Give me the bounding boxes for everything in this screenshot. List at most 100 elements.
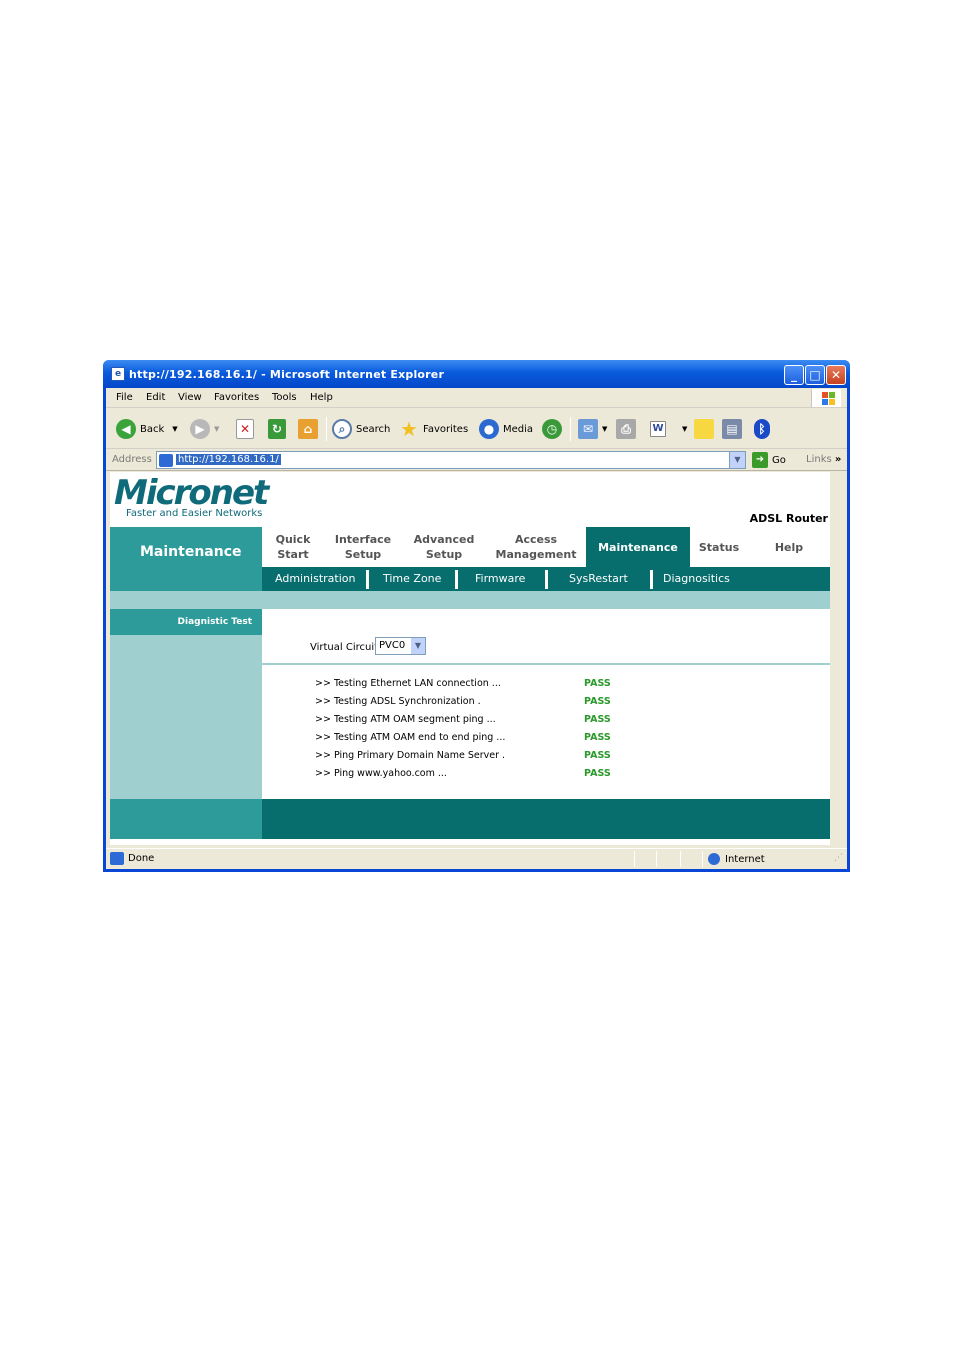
standard-toolbar: ◀ Back ▼ ▶ ▼ ✕ ↻ ⌂ ⌕ Search ★ Favorites …: [106, 409, 847, 449]
stop-button[interactable]: ✕: [236, 418, 258, 440]
browser-window: e http://192.168.16.1/ - Microsoft Inter…: [103, 360, 850, 872]
search-button[interactable]: ⌕ Search: [332, 418, 390, 440]
tab-status[interactable]: Status: [690, 527, 748, 567]
tab-advanced-setup[interactable]: Advanced Setup: [402, 527, 486, 567]
menu-view[interactable]: View: [178, 392, 202, 403]
menu-edit[interactable]: Edit: [146, 392, 165, 403]
address-url[interactable]: http://192.168.16.1/: [176, 454, 281, 465]
minimize-button[interactable]: _: [784, 365, 804, 385]
virtual-circuit-label: Virtual Circuit: [310, 642, 379, 653]
test-name: >> Ping www.yahoo.com ...: [315, 768, 447, 779]
research-button[interactable]: ▤: [722, 418, 746, 440]
brand-name: Micronet: [114, 473, 269, 513]
chevron-down-icon[interactable]: ▼: [411, 638, 425, 654]
test-result: PASS: [584, 714, 611, 725]
brand-tagline: Faster and Easier Networks: [126, 508, 263, 519]
stop-icon: ✕: [236, 419, 254, 439]
home-button[interactable]: ⌂: [298, 418, 322, 440]
maximize-button[interactable]: □: [805, 365, 825, 385]
resize-grip-icon[interactable]: ⋰: [834, 853, 843, 863]
subtab-time-zone[interactable]: Time Zone: [383, 572, 441, 585]
edit-dropdown-icon[interactable]: ▼: [682, 425, 687, 433]
mail-button[interactable]: ✉ ▼: [578, 418, 607, 440]
address-dropdown-icon[interactable]: ▼: [729, 452, 745, 468]
virtual-circuit-value: PVC0: [379, 640, 406, 651]
notes-button[interactable]: [694, 418, 718, 440]
page-content: Micronet Faster and Easier Networks ADSL…: [110, 472, 830, 845]
test-name: >> Testing Ethernet LAN connection ...: [315, 678, 501, 689]
micronet-logo: Micronet Faster and Easier Networks: [114, 473, 269, 519]
mail-dropdown-icon[interactable]: ▼: [602, 425, 607, 433]
print-icon: ⎙: [616, 419, 636, 439]
back-button[interactable]: ◀ Back ▼: [116, 418, 178, 440]
print-button[interactable]: ⎙: [616, 418, 640, 440]
subtab-administration[interactable]: Administration: [275, 572, 356, 585]
status-text: Done: [128, 853, 155, 864]
header-band: [110, 591, 830, 609]
menu-help[interactable]: Help: [310, 392, 333, 403]
address-bar: Address http://192.168.16.1/ ▼ ➜ Go Link…: [106, 449, 847, 471]
windows-logo-icon: [811, 389, 841, 407]
go-button[interactable]: ➜ Go: [752, 452, 786, 468]
test-result: PASS: [584, 732, 611, 743]
tab-interface-setup[interactable]: Interface Setup: [324, 527, 402, 567]
history-button[interactable]: ◷: [542, 418, 566, 440]
media-button[interactable]: ● Media: [479, 418, 533, 440]
address-label: Address: [112, 454, 152, 465]
links-label: Links: [806, 454, 832, 465]
address-input[interactable]: http://192.168.16.1/ ▼: [156, 451, 746, 469]
subtab-firmware[interactable]: Firmware: [475, 572, 525, 585]
forward-dropdown-icon[interactable]: ▼: [214, 425, 219, 433]
product-name: ADSL Router: [749, 512, 828, 525]
internet-globe-icon: [708, 853, 720, 865]
back-dropdown-icon[interactable]: ▼: [172, 425, 177, 433]
test-name: >> Testing ATM OAM end to end ping ...: [315, 732, 506, 743]
test-name: >> Testing ADSL Synchronization .: [315, 696, 481, 707]
close-button[interactable]: ✕: [826, 365, 846, 385]
tab-quick-start[interactable]: Quick Start: [262, 527, 324, 567]
forward-arrow-icon: ▶: [190, 419, 210, 439]
sub-nav: Administration Time Zone Firmware SysRes…: [262, 567, 830, 591]
virtual-circuit-select[interactable]: PVC0 ▼: [375, 637, 426, 655]
menu-favorites[interactable]: Favorites: [214, 392, 259, 403]
section-title-block: Maintenance: [110, 527, 262, 577]
word-icon: W: [650, 421, 666, 437]
history-icon: ◷: [542, 419, 562, 439]
go-arrow-icon: ➜: [752, 452, 768, 468]
sidebar: Diagnistic Test: [110, 609, 262, 799]
test-result: PASS: [584, 768, 611, 779]
section-title: Maintenance: [140, 544, 242, 560]
home-icon: ⌂: [298, 419, 318, 439]
menu-tools[interactable]: Tools: [272, 392, 297, 403]
media-label: Media: [503, 423, 534, 435]
links-button[interactable]: Links »: [806, 454, 841, 465]
search-label: Search: [356, 423, 391, 435]
media-globe-icon: ●: [479, 419, 499, 439]
refresh-button[interactable]: ↻: [268, 418, 290, 440]
favorites-button[interactable]: ★ Favorites: [399, 418, 468, 440]
menu-bar: File Edit View Favorites Tools Help: [106, 388, 847, 408]
tab-maintenance[interactable]: Maintenance: [586, 527, 690, 567]
footer-bar: [262, 799, 830, 839]
ie-page-icon: e: [111, 367, 125, 381]
test-name: >> Ping Primary Domain Name Server .: [315, 750, 506, 761]
edit-word-button[interactable]: W ▼: [650, 418, 687, 440]
footer-left: [110, 799, 262, 839]
status-bar: Done Internet ⋰: [106, 848, 847, 868]
tab-help[interactable]: Help: [748, 527, 830, 567]
sidebar-title: Diagnistic Test: [110, 609, 262, 635]
menu-file[interactable]: File: [116, 392, 133, 403]
security-zone: Internet: [708, 853, 765, 865]
subtab-diagnostics[interactable]: Diagnositics: [663, 572, 730, 585]
tab-access-management[interactable]: Access Management: [486, 527, 586, 567]
favorites-star-icon: ★: [400, 417, 418, 441]
window-title: http://192.168.16.1/ - Microsoft Interne…: [129, 368, 445, 381]
bluetooth-button[interactable]: ᛒ: [754, 418, 774, 440]
mail-icon: ✉: [578, 419, 598, 439]
subtab-sysrestart[interactable]: SysRestart: [569, 572, 628, 585]
page-done-icon: [110, 852, 124, 865]
forward-button[interactable]: ▶ ▼: [190, 418, 219, 440]
bluetooth-icon: ᛒ: [754, 419, 770, 439]
page-icon: [159, 454, 173, 467]
divider: [262, 663, 830, 665]
